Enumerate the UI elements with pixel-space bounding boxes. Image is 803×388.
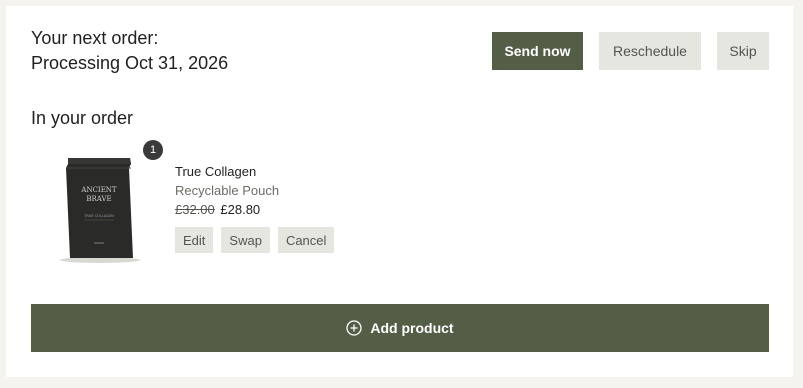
edit-button[interactable]: Edit xyxy=(175,227,214,253)
product-variant: Recyclable Pouch xyxy=(175,183,280,198)
add-product-button[interactable]: Add product xyxy=(31,304,769,352)
swap-button[interactable]: Swap xyxy=(221,227,270,253)
skip-button[interactable]: Skip xyxy=(717,32,769,70)
next-order-label: Your next order: xyxy=(31,28,159,48)
plus-circle-icon xyxy=(346,320,363,336)
next-order-status: Processing Oct 31, 2026 xyxy=(31,53,229,73)
pouch-brand-line2: BRAVE xyxy=(86,195,111,203)
item-actions: Edit Swap Cancel xyxy=(175,227,335,253)
quantity-badge: 1 xyxy=(143,140,163,160)
product-info: True Collagen Recyclable Pouch £32.00 £2… xyxy=(175,163,279,219)
next-order-heading: Your next order: Processing Oct 31, 2026 xyxy=(31,26,228,76)
product-name: True Collagen xyxy=(175,164,257,179)
order-card: Your next order: Processing Oct 31, 2026… xyxy=(6,6,793,377)
reschedule-button[interactable]: Reschedule xyxy=(599,32,701,70)
pouch-brand-line1: ANCIENT xyxy=(80,186,117,194)
current-price: £28.80 xyxy=(220,202,261,217)
cancel-button[interactable]: Cancel xyxy=(277,227,335,253)
order-actions: Send now Reschedule Skip xyxy=(492,32,769,70)
send-now-button[interactable]: Send now xyxy=(492,32,583,70)
original-price: £32.00 xyxy=(175,202,215,217)
product-image: ANCIENT BRAVE TRUE COLLAGEN xyxy=(60,158,140,263)
price-row: £32.00 £28.80 xyxy=(175,201,279,219)
order-section-title: In your order xyxy=(31,108,134,128)
pouch-product-line: TRUE COLLAGEN xyxy=(83,214,114,218)
add-product-label: Add product xyxy=(370,320,454,336)
